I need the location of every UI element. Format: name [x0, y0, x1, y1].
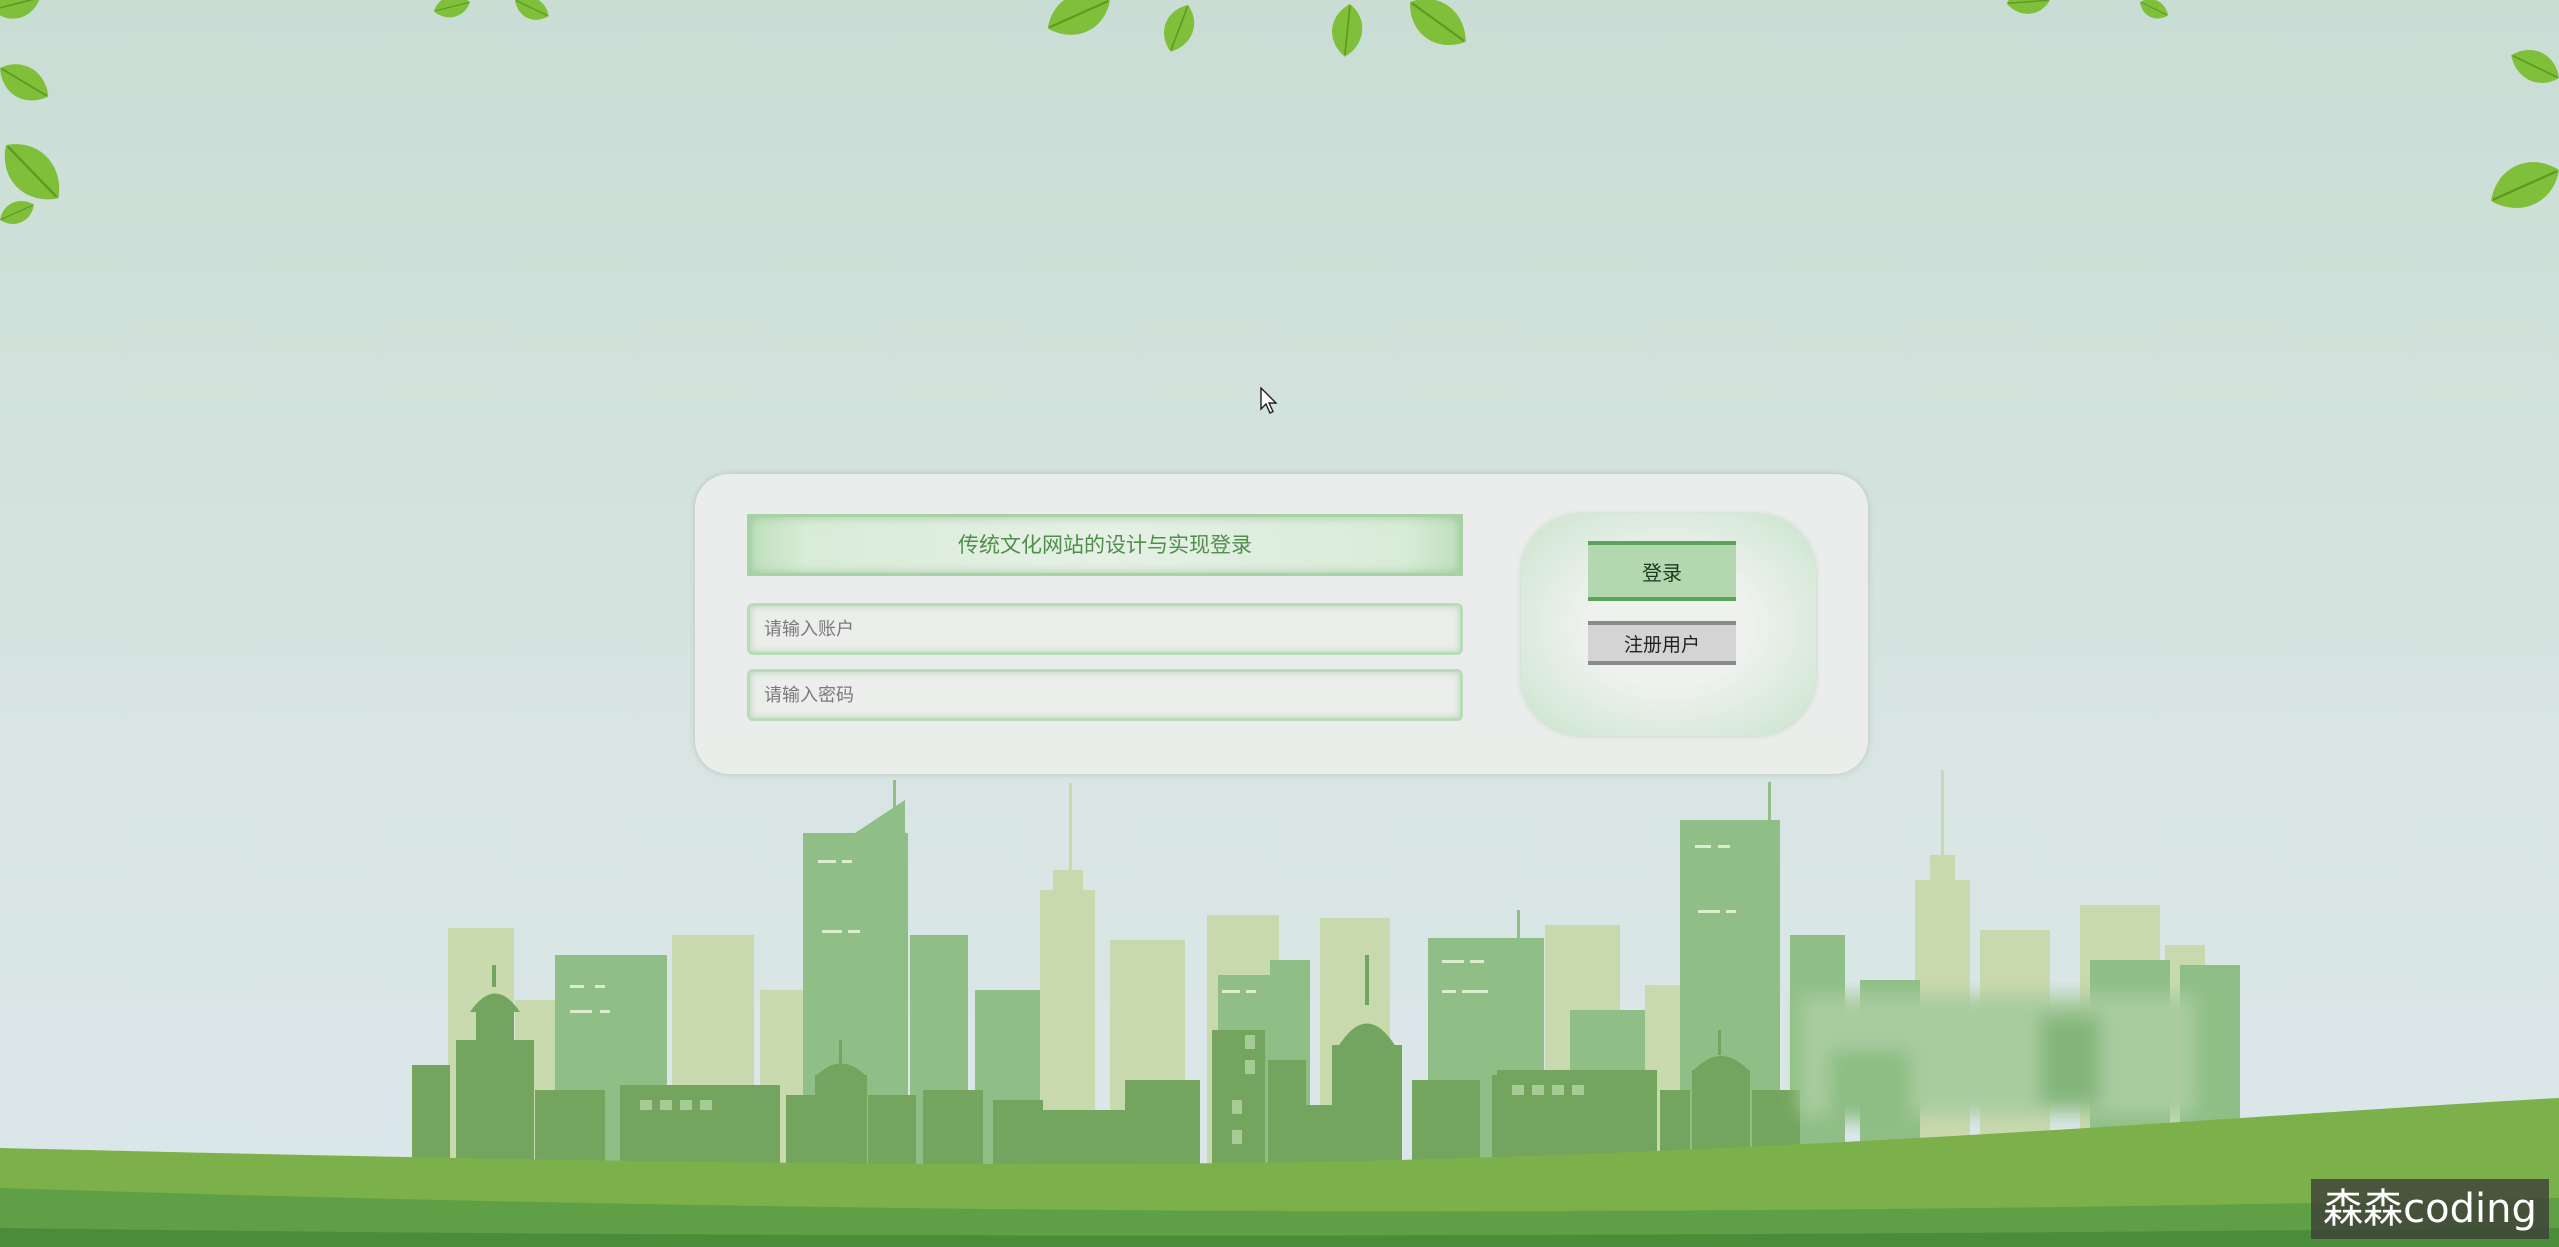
leaf-icon — [430, 0, 1479, 58]
watermark: 森森coding — [2311, 1179, 2549, 1239]
account-input[interactable] — [747, 603, 1463, 655]
register-button[interactable]: 注册用户 — [1588, 621, 1736, 665]
login-form: 传统文化网站的设计与实现登录 — [747, 514, 1463, 721]
password-input[interactable] — [747, 669, 1463, 721]
mouse-cursor-icon — [1260, 387, 1278, 414]
action-box: 登录 注册用户 — [1521, 514, 1816, 736]
leaf-icon — [0, 0, 76, 232]
login-button[interactable]: 登录 — [1588, 541, 1736, 601]
login-title: 传统文化网站的设计与实现登录 — [747, 514, 1463, 576]
login-panel: 传统文化网站的设计与实现登录 登录 注册用户 — [695, 474, 1868, 774]
login-page: 传统文化网站的设计与实现登录 登录 注册用户 森森coding — [0, 0, 2559, 1247]
leaf-icon — [2003, 0, 2559, 224]
